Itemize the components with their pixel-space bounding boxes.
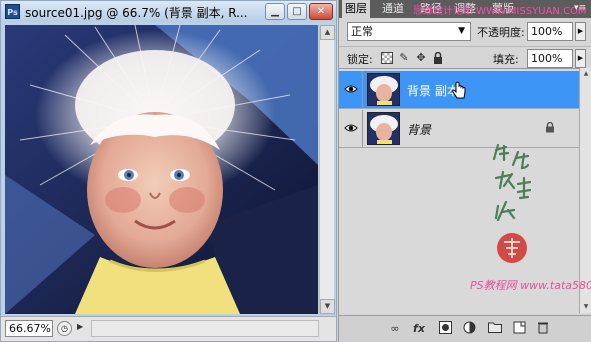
scroll-up-icon[interactable]: ▲ — [320, 25, 335, 40]
status-arrow-icon[interactable]: ▶ — [77, 322, 83, 331]
layer-thumbnail — [367, 112, 400, 145]
new-layer-icon[interactable] — [511, 321, 527, 336]
opacity-arrow-icon[interactable]: ▶ — [575, 22, 586, 41]
tab-layers[interactable]: 图层 — [342, 0, 370, 18]
lock-all-icon[interactable] — [432, 51, 444, 64]
eye-visibility-icon[interactable] — [344, 121, 358, 135]
tab-channels[interactable]: 通道 — [379, 0, 407, 18]
panel-menu-icon[interactable]: ▾≡ — [574, 3, 586, 13]
fill-arrow-icon[interactable]: ▶ — [575, 49, 586, 68]
document-titlebar[interactable]: Ps source01.jpg @ 66.7% (背景 副本, R... ▁ □… — [1, 1, 336, 22]
photo-child-static-hair — [5, 25, 318, 314]
eye-visibility-icon[interactable] — [344, 82, 358, 96]
fill-field[interactable]: 100% — [527, 49, 573, 68]
opacity-field[interactable]: 100% — [527, 22, 573, 41]
watermark-bottom: PS教程网 www.tata580.com — [470, 279, 591, 292]
link-icon[interactable]: ∞ — [387, 321, 403, 336]
image-canvas[interactable] — [5, 25, 318, 314]
canvas-vertical-scrollbar[interactable]: ▲ ▼ — [319, 25, 335, 314]
blend-mode-select[interactable]: 正常 ▼ — [347, 22, 471, 41]
document-window: Ps source01.jpg @ 66.7% (背景 副本, R... ▁ □… — [0, 0, 337, 342]
scroll-down-icon[interactable]: ▼ — [320, 299, 335, 314]
maximize-button[interactable]: □ — [287, 3, 307, 20]
minimize-button[interactable]: ▁ — [265, 3, 285, 20]
seal-stamp-icon — [497, 233, 527, 263]
layers-panel-footer: ∞ fx — [339, 315, 591, 342]
new-group-folder-icon[interactable] — [487, 321, 503, 336]
layer-lock-icon — [546, 122, 554, 133]
row-divider — [362, 110, 363, 148]
layer-thumbnail — [367, 73, 400, 106]
hand-cursor-icon — [452, 81, 466, 99]
scroll-up-icon[interactable]: ▲ — [580, 68, 591, 80]
lock-label: 锁定: — [347, 53, 373, 66]
adjustment-layer-icon[interactable] — [461, 321, 477, 336]
add-mask-icon[interactable] — [437, 321, 453, 336]
status-info-icon[interactable]: ◷ — [57, 321, 72, 336]
close-button[interactable]: ✕ — [309, 3, 333, 20]
fill-label: 填充: — [493, 53, 519, 66]
panel-tab-strip: 图层 通道 路径 调整 蒙版 思缘设计论坛 WWW.MISSYUAN.COM ▾… — [339, 0, 591, 18]
watermark-top: 思缘设计论坛 WWW.MISSYUAN.COM — [413, 6, 587, 17]
photoshop-icon: Ps — [5, 4, 20, 19]
lock-transparency-icon[interactable] — [381, 52, 393, 64]
layer-name[interactable]: 背景 — [407, 121, 431, 138]
scroll-down-icon[interactable]: ▼ — [580, 301, 591, 313]
lock-row: 锁定: ✎ ✥ 填充: 100% ▶ — [339, 46, 591, 68]
trash-icon[interactable] — [535, 321, 551, 336]
zoom-level-field[interactable]: 66.67% — [5, 320, 53, 337]
opacity-label: 不透明度: — [477, 26, 525, 39]
lock-pixels-brush-icon[interactable]: ✎ — [398, 52, 410, 64]
layer-row-background-copy[interactable]: 背景 副本 — [339, 71, 579, 109]
blend-mode-value: 正常 — [351, 25, 373, 38]
fx-icon[interactable]: fx — [411, 321, 427, 336]
document-status-bar: 66.67% ◷ ▶ — [1, 316, 336, 341]
chevron-down-icon: ▼ — [458, 26, 465, 36]
layer-row-background[interactable]: 背景 — [339, 110, 579, 148]
document-title: source01.jpg @ 66.7% (背景 副本, R... — [25, 6, 248, 20]
canvas-horizontal-scrollbar[interactable] — [91, 320, 319, 337]
lock-position-move-icon[interactable]: ✥ — [415, 52, 427, 64]
calligraphy-signature — [492, 143, 532, 263]
row-divider — [362, 71, 363, 109]
